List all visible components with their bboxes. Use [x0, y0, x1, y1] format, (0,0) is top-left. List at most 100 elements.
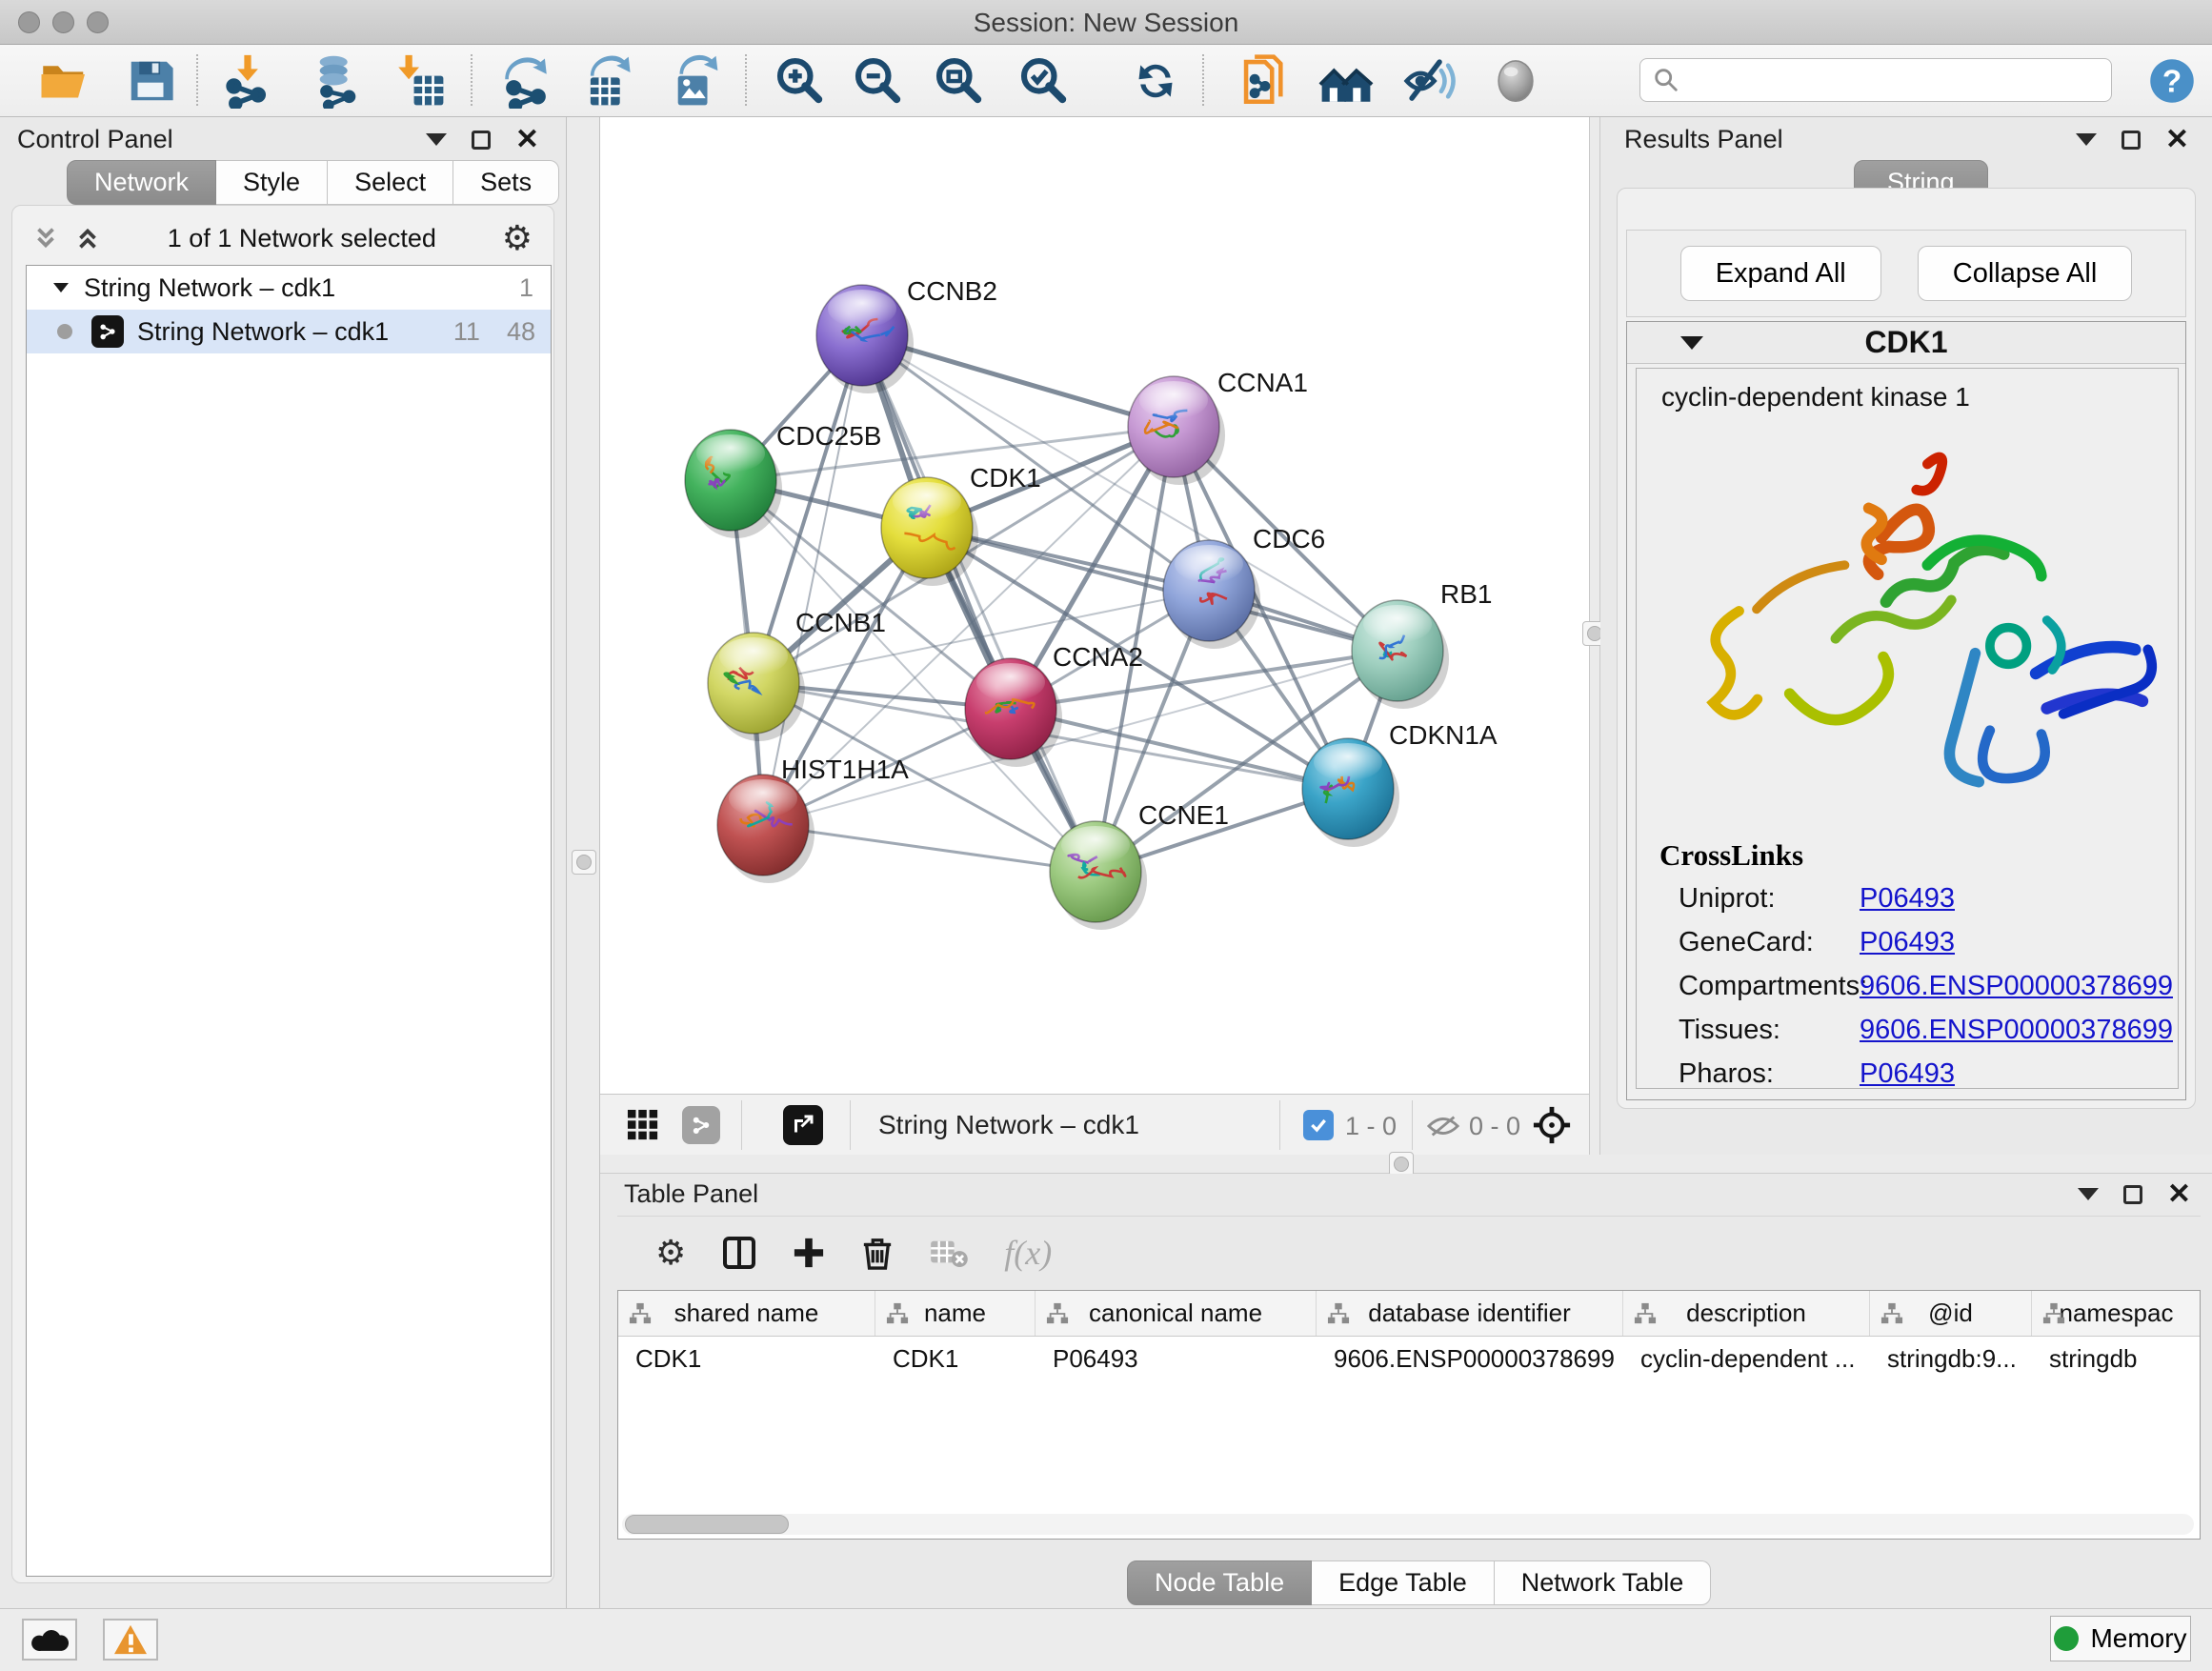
column-header-canonical-name[interactable]: canonical name — [1036, 1291, 1317, 1336]
network-node-cdkn1a[interactable]: CDKN1A — [1302, 720, 1498, 847]
crosslink-value-link[interactable]: 9606.ENSP00000378699 — [1860, 1015, 2173, 1046]
panel-menu-caret-icon[interactable] — [426, 133, 447, 146]
network-node-rb1[interactable]: RB1 — [1352, 579, 1492, 709]
panel-float-icon[interactable] — [2123, 1185, 2142, 1204]
export-table-button[interactable] — [577, 50, 638, 111]
panel-menu-caret-icon[interactable] — [2076, 133, 2097, 146]
network-edge[interactable] — [763, 651, 1398, 825]
collapse-all-button[interactable]: Collapse All — [1918, 246, 2133, 301]
export-image-button[interactable] — [663, 50, 724, 111]
collection-count: 1 — [519, 273, 533, 303]
table-cell[interactable]: cyclin-dependent ... — [1623, 1337, 1870, 1380]
crosslink-value-link[interactable]: 9606.ENSP00000378699 — [1860, 971, 2173, 1002]
birdseye-grid-icon[interactable] — [627, 1109, 659, 1141]
delete-icon[interactable] — [861, 1236, 894, 1270]
preview-sphere-button[interactable] — [1485, 50, 1546, 111]
table-cell[interactable]: CDK1 — [875, 1337, 1036, 1380]
network-canvas[interactable]: CCNB2CCNA1CDC25BCDK1CDC6RB1CCNB1CCNA2CDK… — [600, 117, 1589, 1094]
table-row[interactable]: CDK1CDK1P064939606.ENSP00000378699cyclin… — [618, 1337, 2200, 1380]
panel-float-icon[interactable] — [2122, 131, 2141, 150]
network-node-ccne1[interactable]: CCNE1 — [1050, 800, 1229, 930]
selected-checkbox-icon[interactable] — [1303, 1110, 1334, 1140]
network-share-toggle[interactable] — [682, 1106, 720, 1144]
help-button[interactable]: ? — [2142, 50, 2202, 111]
panel-close-icon[interactable]: ✕ — [515, 131, 539, 150]
table-cell[interactable]: stringdb:9... — [1870, 1337, 2032, 1380]
network-node-hist1h1a[interactable]: HIST1H1A — [717, 755, 909, 883]
hide-show-button[interactable] — [1400, 50, 1461, 111]
zoom-fit-button[interactable] — [929, 50, 990, 111]
horizontal-scrollbar[interactable] — [622, 1514, 2194, 1535]
column-header-namespac[interactable]: namespac — [2032, 1291, 2201, 1336]
network-node-ccna1[interactable]: CCNA1 — [1128, 368, 1308, 485]
tab-select[interactable]: Select — [328, 160, 453, 205]
import-network-database-button[interactable] — [305, 50, 366, 111]
network-node-ccnb1[interactable]: CCNB1 — [708, 608, 886, 741]
splitter-collapse-handle[interactable] — [572, 850, 596, 875]
network-graph[interactable]: CCNB2CCNA1CDC25BCDK1CDC6RB1CCNB1CCNA2CDK… — [600, 117, 1589, 1094]
tab-network[interactable]: Network — [67, 160, 216, 205]
table-cell[interactable]: 9606.ENSP00000378699 — [1317, 1337, 1623, 1380]
table-options-gear-icon[interactable]: ⚙ — [655, 1236, 686, 1270]
network-node-cdk1[interactable]: CDK1 — [881, 463, 1041, 586]
network-edge[interactable] — [862, 335, 1096, 872]
table-cell[interactable]: P06493 — [1036, 1337, 1317, 1380]
column-header-database-identifier[interactable]: database identifier — [1317, 1291, 1623, 1336]
cloud-button[interactable] — [22, 1619, 77, 1661]
section-caret-icon[interactable] — [1680, 336, 1703, 350]
import-table-button[interactable] — [389, 50, 450, 111]
network-node-ccnb2[interactable]: CCNB2 — [816, 276, 997, 393]
protein-structure-image — [1652, 420, 2166, 820]
network-node-cdc6[interactable]: CDC6 — [1163, 524, 1325, 649]
crosslink-value-link[interactable]: P06493 — [1860, 1058, 1955, 1090]
network-edge[interactable] — [763, 335, 862, 825]
import-network-file-button[interactable] — [217, 50, 278, 111]
network-options-gear-icon[interactable]: ⚙ — [502, 221, 533, 255]
hidden-eye-icon[interactable] — [1427, 1113, 1459, 1139]
warnings-button[interactable] — [103, 1619, 158, 1661]
status-bar: Memory — [0, 1608, 2212, 1671]
network-row-selected[interactable]: String Network – cdk1 11 48 — [27, 310, 551, 353]
add-column-icon[interactable] — [793, 1237, 825, 1269]
tab-node-table[interactable]: Node Table — [1127, 1560, 1312, 1605]
annotation-button[interactable] — [1235, 50, 1296, 111]
refresh-button[interactable] — [1125, 50, 1186, 111]
column-header-shared-name[interactable]: shared name — [618, 1291, 875, 1336]
panel-menu-caret-icon[interactable] — [2078, 1188, 2099, 1200]
expand-all-chevrons-icon[interactable] — [31, 224, 60, 252]
gene-section-header[interactable]: CDK1 — [1627, 322, 2185, 364]
column-header-name[interactable]: name — [875, 1291, 1036, 1336]
tree-expand-caret-icon[interactable] — [50, 276, 72, 299]
zoom-in-button[interactable] — [770, 50, 831, 111]
zoom-selected-button[interactable] — [1014, 50, 1075, 111]
search-input[interactable] — [1680, 65, 2090, 96]
panel-float-icon[interactable] — [472, 131, 491, 150]
open-session-button[interactable] — [34, 50, 95, 111]
panel-close-icon[interactable]: ✕ — [2167, 1185, 2191, 1204]
scrollbar-thumb[interactable] — [625, 1515, 789, 1534]
table-cell[interactable]: CDK1 — [618, 1337, 875, 1380]
table-cell[interactable]: stringdb — [2032, 1337, 2201, 1380]
crosshair-icon[interactable] — [1532, 1105, 1572, 1145]
column-header-description[interactable]: description — [1623, 1291, 1870, 1336]
network-edge[interactable] — [927, 528, 1398, 651]
tab-network-table[interactable]: Network Table — [1495, 1560, 1712, 1605]
columns-icon[interactable] — [722, 1236, 756, 1270]
expand-all-button[interactable]: Expand All — [1680, 246, 1881, 301]
open-in-window-button[interactable] — [783, 1105, 823, 1145]
zoom-out-button[interactable] — [848, 50, 909, 111]
tab-style[interactable]: Style — [216, 160, 328, 205]
save-session-button[interactable] — [120, 50, 181, 111]
network-collection-row[interactable]: String Network – cdk1 1 — [27, 266, 551, 310]
crosslink-value-link[interactable]: P06493 — [1860, 927, 1955, 958]
tab-sets[interactable]: Sets — [453, 160, 559, 205]
memory-button[interactable]: Memory — [2050, 1616, 2191, 1661]
export-network-button[interactable] — [495, 50, 556, 111]
column-header-@id[interactable]: @id — [1870, 1291, 2032, 1336]
crosslink-value-link[interactable]: P06493 — [1860, 883, 1955, 915]
tab-edge-table[interactable]: Edge Table — [1312, 1560, 1495, 1605]
network-node-cdc25b[interactable]: CDC25B — [685, 421, 881, 538]
panel-close-icon[interactable]: ✕ — [2165, 131, 2189, 150]
home-button[interactable] — [1316, 50, 1377, 111]
collapse-all-chevrons-icon[interactable] — [73, 224, 102, 252]
